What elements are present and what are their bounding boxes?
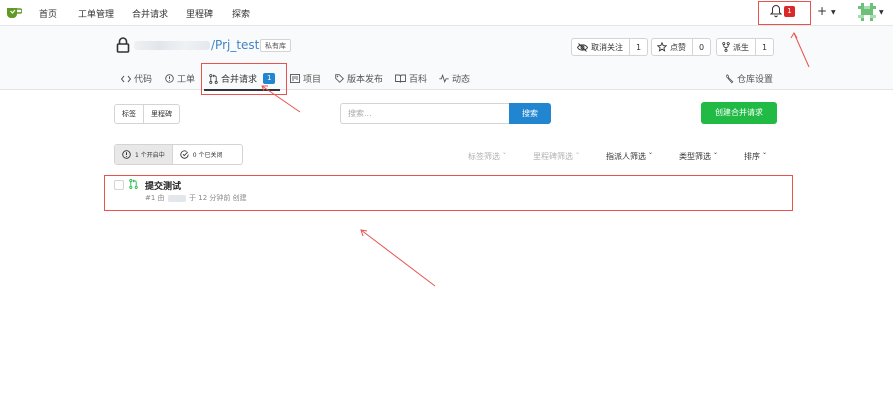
arrow-to-pr-row [360, 229, 436, 287]
arrow-to-notifications [793, 32, 810, 68]
annotation-arrows [261, 32, 810, 287]
arrow-head [790, 32, 798, 39]
arrow-to-pr-tab [261, 85, 301, 113]
